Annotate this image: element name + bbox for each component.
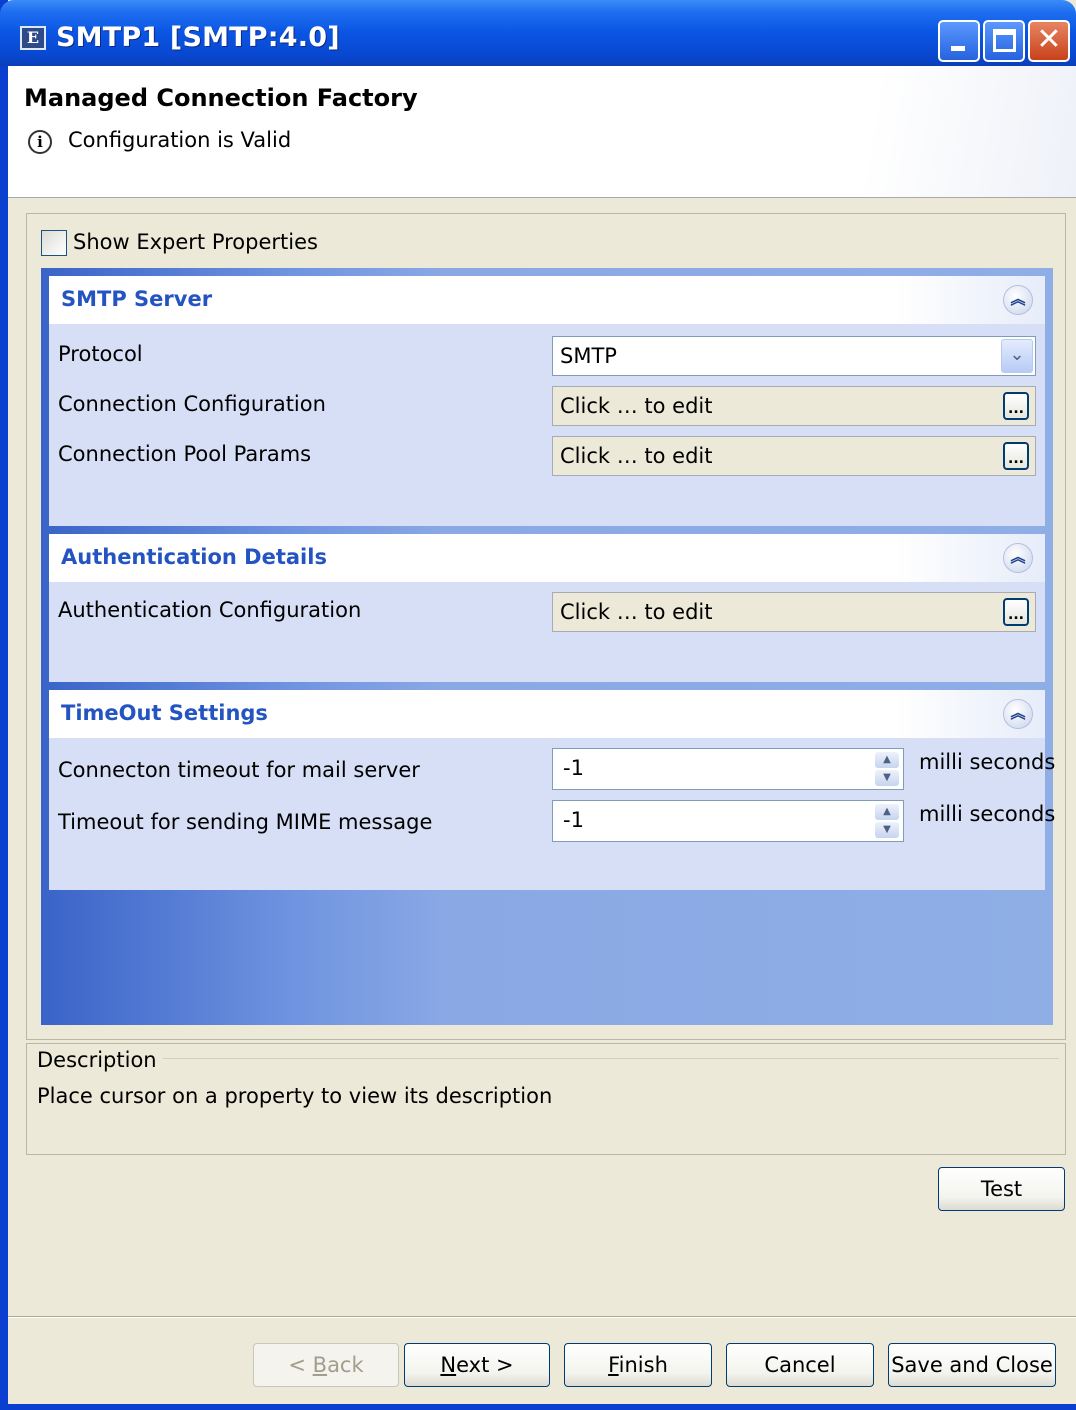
back-button[interactable]: < Back: [253, 1343, 399, 1387]
save-and-close-button[interactable]: Save and Close: [888, 1343, 1056, 1387]
collapse-icon[interactable]: ︽: [1003, 285, 1033, 315]
info-icon: i: [28, 130, 52, 154]
wizard-header: Managed Connection Factory i Configurati…: [8, 66, 1076, 198]
finish-mnemonic: F: [608, 1353, 619, 1377]
connection-timeout-label: Connecton timeout for mail server: [58, 758, 420, 782]
mime-timeout-value: -1: [563, 808, 584, 832]
maximize-icon: [993, 29, 1016, 52]
next-button[interactable]: Next >: [404, 1343, 550, 1387]
authentication-configuration-field[interactable]: Click … to edit ...: [552, 592, 1036, 632]
status-message: Configuration is Valid: [68, 128, 292, 152]
connection-timeout-unit: milli seconds: [919, 750, 1056, 774]
next-mnemonic: N: [440, 1353, 457, 1377]
spin-down-icon[interactable]: ▼: [875, 770, 899, 786]
window-bottom-border: [0, 1404, 1076, 1410]
minimize-button[interactable]: [938, 20, 980, 62]
connection-timeout-value: -1: [563, 756, 584, 780]
section-header-timeout[interactable]: TimeOut Settings ︽: [49, 690, 1045, 738]
protocol-select[interactable]: SMTP ⌄: [552, 336, 1036, 376]
authentication-configuration-value: Click … to edit: [560, 600, 713, 624]
ellipsis-icon[interactable]: ...: [1003, 598, 1029, 626]
connection-pool-params-value: Click … to edit: [560, 444, 713, 468]
properties-panel: Show Expert Properties SMTP Server ︽ Pro…: [26, 213, 1066, 1040]
next-rest: ext >: [456, 1353, 514, 1377]
title-bar[interactable]: E SMTP1 [SMTP:4.0] ✕: [0, 0, 1076, 66]
back-rest: ack: [327, 1353, 364, 1377]
chevron-down-icon[interactable]: ⌄: [1001, 339, 1033, 373]
close-icon: ✕: [1036, 22, 1062, 57]
section-authentication-details: Authentication Details ︽ Authentication …: [49, 534, 1045, 682]
button-separator: [8, 1316, 1076, 1318]
expert-checkbox[interactable]: [41, 230, 67, 256]
expert-checkbox-label[interactable]: Show Expert Properties: [73, 230, 318, 254]
protocol-value: SMTP: [560, 344, 617, 368]
back-prefix: <: [288, 1353, 313, 1377]
minimize-icon: [951, 46, 965, 51]
section-smtp-server: SMTP Server ︽ Protocol SMTP ⌄ Connection…: [49, 276, 1045, 526]
mime-timeout-unit: milli seconds: [919, 802, 1056, 826]
cancel-button[interactable]: Cancel: [726, 1343, 874, 1387]
mime-timeout-label: Timeout for sending MIME message: [58, 810, 433, 834]
section-header-smtp-server[interactable]: SMTP Server ︽: [49, 276, 1045, 324]
page-title: Managed Connection Factory: [24, 84, 418, 112]
connection-timeout-spinner[interactable]: -1 ▲ ▼: [552, 748, 904, 790]
spin-up-icon[interactable]: ▲: [875, 752, 899, 768]
dialog-window: E SMTP1 [SMTP:4.0] ✕ Managed Connection …: [0, 0, 1076, 1410]
group-divider: [157, 1058, 1059, 1059]
app-icon: E: [20, 26, 46, 50]
mime-timeout-spinner[interactable]: -1 ▲ ▼: [552, 800, 904, 842]
finish-button[interactable]: Finish: [564, 1343, 712, 1387]
section-header-authentication[interactable]: Authentication Details ︽: [49, 534, 1045, 582]
connection-configuration-field[interactable]: Click … to edit ...: [552, 386, 1036, 426]
maximize-button[interactable]: [983, 20, 1025, 62]
description-title: Description: [37, 1048, 163, 1072]
spin-down-icon[interactable]: ▼: [875, 822, 899, 838]
authentication-configuration-label: Authentication Configuration: [58, 598, 362, 622]
connection-pool-params-label: Connection Pool Params: [58, 442, 312, 466]
test-button[interactable]: Test: [938, 1167, 1065, 1211]
section-timeout-settings: TimeOut Settings ︽ Connecton timeout for…: [49, 690, 1055, 890]
connection-configuration-label: Connection Configuration: [58, 392, 326, 416]
spinner-buttons: ▲ ▼: [875, 804, 899, 838]
section-title: SMTP Server: [61, 287, 213, 311]
collapse-icon[interactable]: ︽: [1003, 543, 1033, 573]
ellipsis-icon[interactable]: ...: [1003, 442, 1029, 470]
description-text: Place cursor on a property to view its d…: [37, 1084, 553, 1108]
ellipsis-icon[interactable]: ...: [1003, 392, 1029, 420]
collapse-icon[interactable]: ︽: [1003, 699, 1033, 729]
finish-rest: inish: [618, 1353, 668, 1377]
description-group: Description Place cursor on a property t…: [26, 1043, 1066, 1155]
section-title: Authentication Details: [61, 545, 327, 569]
sections-container: SMTP Server ︽ Protocol SMTP ⌄ Connection…: [41, 268, 1055, 1025]
section-title: TimeOut Settings: [61, 701, 268, 725]
spin-up-icon[interactable]: ▲: [875, 804, 899, 820]
close-button[interactable]: ✕: [1028, 20, 1070, 62]
connection-configuration-value: Click … to edit: [560, 394, 713, 418]
protocol-label: Protocol: [58, 342, 143, 366]
connection-pool-params-field[interactable]: Click … to edit ...: [552, 436, 1036, 476]
back-mnemonic: B: [312, 1353, 328, 1377]
window-title: SMTP1 [SMTP:4.0]: [56, 22, 340, 53]
spinner-buttons: ▲ ▼: [875, 752, 899, 786]
